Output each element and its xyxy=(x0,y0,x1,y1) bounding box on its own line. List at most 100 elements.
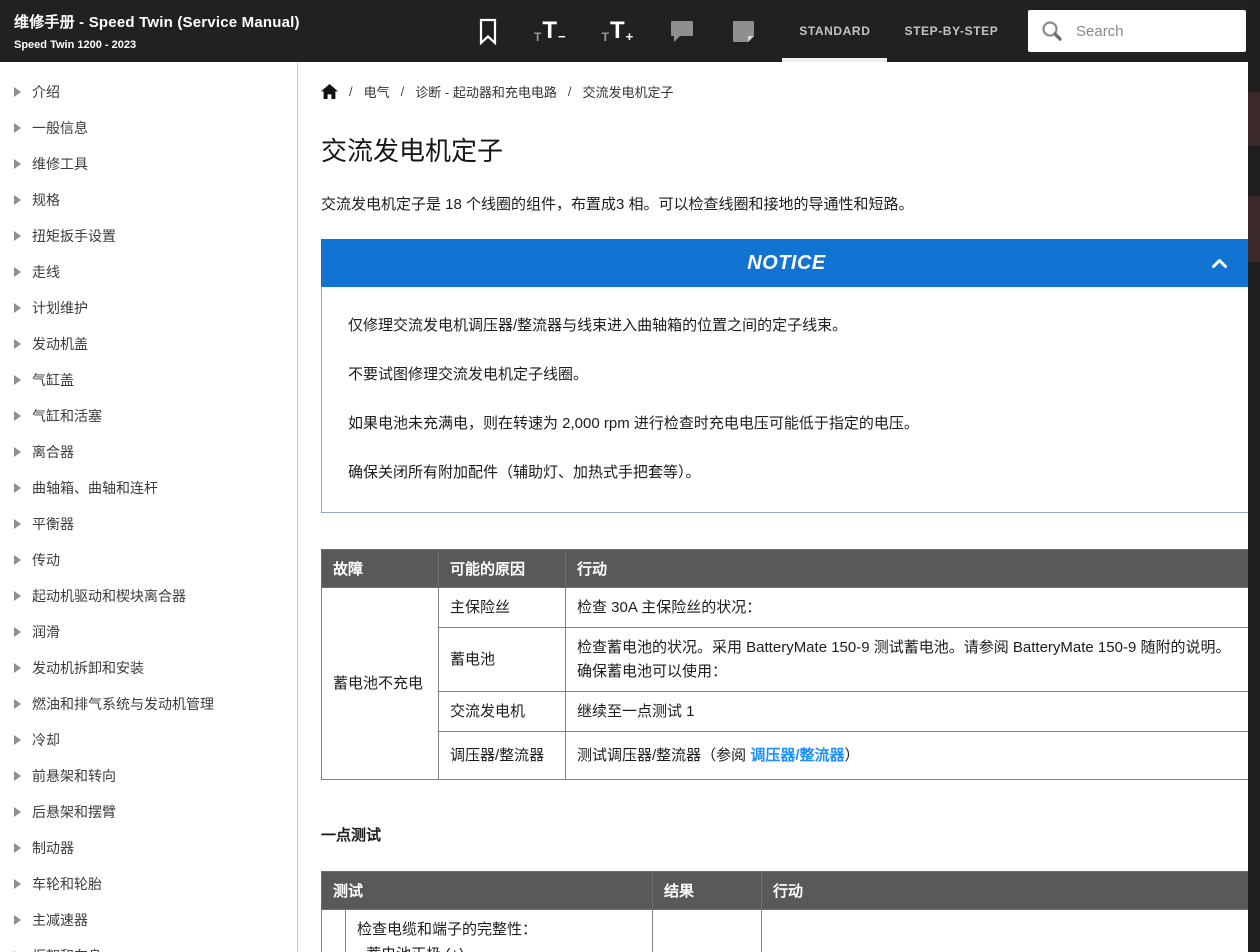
sidebar-item-fuel-exhaust[interactable]: 燃油和排气系统与发动机管理 xyxy=(0,686,297,722)
sidebar-item-label: 燃油和排气系统与发动机管理 xyxy=(32,694,214,714)
table-row: 交流发电机 继续至一点测试 1 xyxy=(322,691,1252,731)
test-line: 检查电缆和端子的完整性： xyxy=(357,918,641,943)
action-cell: 断开蓄电池的引线，先是负极（黑色）引线。断开调压器/整流器黑色连接器并继续至测试… xyxy=(762,910,1252,952)
text-decrease-small-t: T xyxy=(534,31,541,43)
text-decrease-icon[interactable]: TT− xyxy=(534,19,566,43)
sidebar-item-lubrication[interactable]: 润滑 xyxy=(0,614,297,650)
text-increase-big-t: T xyxy=(610,19,625,43)
notice-box: NOTICE 仅修理交流发电机调压器/整流器与线束进入曲轴箱的位置之间的定子线束… xyxy=(321,239,1252,513)
action-line: 确保蓄电池可以使用： xyxy=(577,660,1240,683)
chevron-right-icon xyxy=(14,555,21,565)
sidebar-item-label: 发动机盖 xyxy=(32,334,88,354)
breadcrumb-separator: / xyxy=(568,84,572,99)
test-number-cell: 1 xyxy=(322,910,346,952)
action-line: 检查蓄电池的状况。采用 BatteryMate 150-9 测试蓄电池。请参阅 … xyxy=(577,636,1240,659)
model-subtitle: Speed Twin 1200 - 2023 xyxy=(14,39,470,51)
sidebar-item-engine-covers[interactable]: 发动机盖 xyxy=(0,326,297,362)
page-scrollbar[interactable] xyxy=(1248,0,1260,952)
cause-cell: 主保险丝 xyxy=(439,588,566,628)
sidebar-item-crankcase[interactable]: 曲轴箱、曲轴和连杆 xyxy=(0,470,297,506)
sidebar-item-front-suspension[interactable]: 前悬架和转向 xyxy=(0,758,297,794)
page-title: 交流发电机定子 xyxy=(321,131,1252,168)
fault-cell: 蓄电池不充电 xyxy=(322,588,439,780)
table-row: 调压器/整流器 测试调压器/整流器（参阅 调压器/整流器） xyxy=(322,732,1252,780)
breadcrumb-diagnostics[interactable]: 诊断 - 起动器和充电电路 xyxy=(415,82,557,101)
fault-diagnosis-table: 故障 可能的原因 行动 蓄电池不充电 主保险丝 检查 30A 主保险丝的状况： … xyxy=(321,549,1252,780)
sidebar-item-label: 传动 xyxy=(32,550,60,570)
text-decrease-big-t: T xyxy=(542,19,557,43)
sidebar-item-starter-drive[interactable]: 起动机驱动和楔块离合器 xyxy=(0,578,297,614)
breadcrumb-separator: / xyxy=(401,84,405,99)
cause-cell: 交流发电机 xyxy=(439,691,566,731)
sidebar-item-balancer[interactable]: 平衡器 xyxy=(0,506,297,542)
sidebar-item-cylinder-head[interactable]: 气缸盖 xyxy=(0,362,297,398)
sidebar-item-wheels-tyres[interactable]: 车轮和轮胎 xyxy=(0,866,297,902)
sidebar-item-service-tools[interactable]: 维修工具 xyxy=(0,146,297,182)
bookmark-icon[interactable] xyxy=(478,18,498,45)
comment-icon[interactable] xyxy=(669,18,695,44)
sidebar-item-rear-suspension[interactable]: 后悬架和摆臂 xyxy=(0,794,297,830)
action-text-prefix: 测试调压器/整流器（参阅 xyxy=(577,747,750,764)
sidebar-item-label: 曲轴箱、曲轴和连杆 xyxy=(32,478,158,498)
chevron-right-icon xyxy=(14,303,21,313)
chevron-right-icon xyxy=(14,123,21,133)
sidebar-item-final-drive[interactable]: 主减速器 xyxy=(0,902,297,938)
chevron-right-icon xyxy=(14,663,21,673)
sidebar-item-label: 车轮和轮胎 xyxy=(32,874,102,894)
cause-cell: 调压器/整流器 xyxy=(439,732,566,780)
chevron-right-icon xyxy=(14,339,21,349)
search-box[interactable] xyxy=(1028,10,1246,52)
sidebar-item-cylinder-pistons[interactable]: 气缸和活塞 xyxy=(0,398,297,434)
notice-title: NOTICE xyxy=(747,252,826,275)
single-point-test-label: 一点测试 xyxy=(321,824,1252,845)
text-increase-sign: + xyxy=(626,30,634,43)
sidebar-item-engine-removal[interactable]: 发动机拆卸和安装 xyxy=(0,650,297,686)
action-cell: 检查蓄电池的状况。采用 BatteryMate 150-9 测试蓄电池。请参阅 … xyxy=(566,628,1252,692)
note-icon[interactable] xyxy=(731,19,756,44)
tab-standard[interactable]: STANDARD xyxy=(782,0,887,62)
magnifier-icon xyxy=(1040,19,1064,43)
cause-cell: 蓄电池 xyxy=(439,628,566,692)
sidebar-item-torque[interactable]: 扭矩扳手设置 xyxy=(0,218,297,254)
sidebar-item-label: 前悬架和转向 xyxy=(32,766,116,786)
sidebar-item-label: 规格 xyxy=(32,190,60,210)
sidebar-item-label: 起动机驱动和楔块离合器 xyxy=(32,586,186,606)
chevron-up-icon[interactable] xyxy=(1211,256,1228,274)
table-row: 蓄电池不充电 主保险丝 检查 30A 主保险丝的状况： xyxy=(322,588,1252,628)
chevron-right-icon xyxy=(14,519,21,529)
sidebar-item-transmission[interactable]: 传动 xyxy=(0,542,297,578)
main-content: / 电气 / 诊断 - 起动器和充电电路 / 交流发电机定子 交流发电机定子 交… xyxy=(298,62,1260,952)
sidebar-item-frame-bodywork[interactable]: 框架和车身 xyxy=(0,938,297,952)
sidebar-item-label: 制动器 xyxy=(32,838,74,858)
notice-body: 仅修理交流发电机调压器/整流器与线束进入曲轴箱的位置之间的定子线束。 不要试图修… xyxy=(321,287,1252,513)
sidebar-item-label: 冷却 xyxy=(32,730,60,750)
sidebar-item-routing[interactable]: 走线 xyxy=(0,254,297,290)
search-input[interactable] xyxy=(1074,22,1234,41)
chevron-right-icon xyxy=(14,375,21,385)
sidebar-item-label: 离合器 xyxy=(32,442,74,462)
test-line: - 蓄电池正极 (+) xyxy=(357,943,641,952)
notice-header[interactable]: NOTICE xyxy=(321,239,1252,287)
test-lines: 检查电缆和端子的完整性： - 蓄电池正极 (+) - 蓄电池负极 ( - ) -… xyxy=(357,918,641,952)
sidebar-item-cooling[interactable]: 冷却 xyxy=(0,722,297,758)
test-description-cell: 检查电缆和端子的完整性： - 蓄电池正极 (+) - 蓄电池负极 ( - ) -… xyxy=(346,910,653,952)
tab-step-by-step[interactable]: STEP-BY-STEP xyxy=(887,0,1015,62)
text-increase-icon[interactable]: TT+ xyxy=(602,19,634,43)
sidebar-item-clutch[interactable]: 离合器 xyxy=(0,434,297,470)
header-toolbar: TT− TT+ xyxy=(478,18,756,45)
sidebar-item-label: 扭矩扳手设置 xyxy=(32,226,116,246)
home-icon[interactable] xyxy=(321,84,338,99)
sidebar-item-brakes[interactable]: 制动器 xyxy=(0,830,297,866)
sidebar-item-label: 走线 xyxy=(32,262,60,282)
breadcrumb-electrical[interactable]: 电气 xyxy=(364,82,390,101)
sidebar-item-general-info[interactable]: 一般信息 xyxy=(0,110,297,146)
chevron-right-icon xyxy=(14,771,21,781)
chevron-right-icon xyxy=(14,699,21,709)
sidebar-item-intro[interactable]: 介绍 xyxy=(0,74,297,110)
sidebar-item-specs[interactable]: 规格 xyxy=(0,182,297,218)
notice-paragraph: 如果电池未充满电，则在转速为 2,000 rpm 进行检查时充电电压可能低于指定… xyxy=(348,412,1225,433)
sidebar-item-maintenance[interactable]: 计划维护 xyxy=(0,290,297,326)
chevron-right-icon xyxy=(14,411,21,421)
action-text-suffix: ） xyxy=(845,747,860,764)
regulator-rectifier-link[interactable]: 调压器/整流器 xyxy=(750,747,844,764)
